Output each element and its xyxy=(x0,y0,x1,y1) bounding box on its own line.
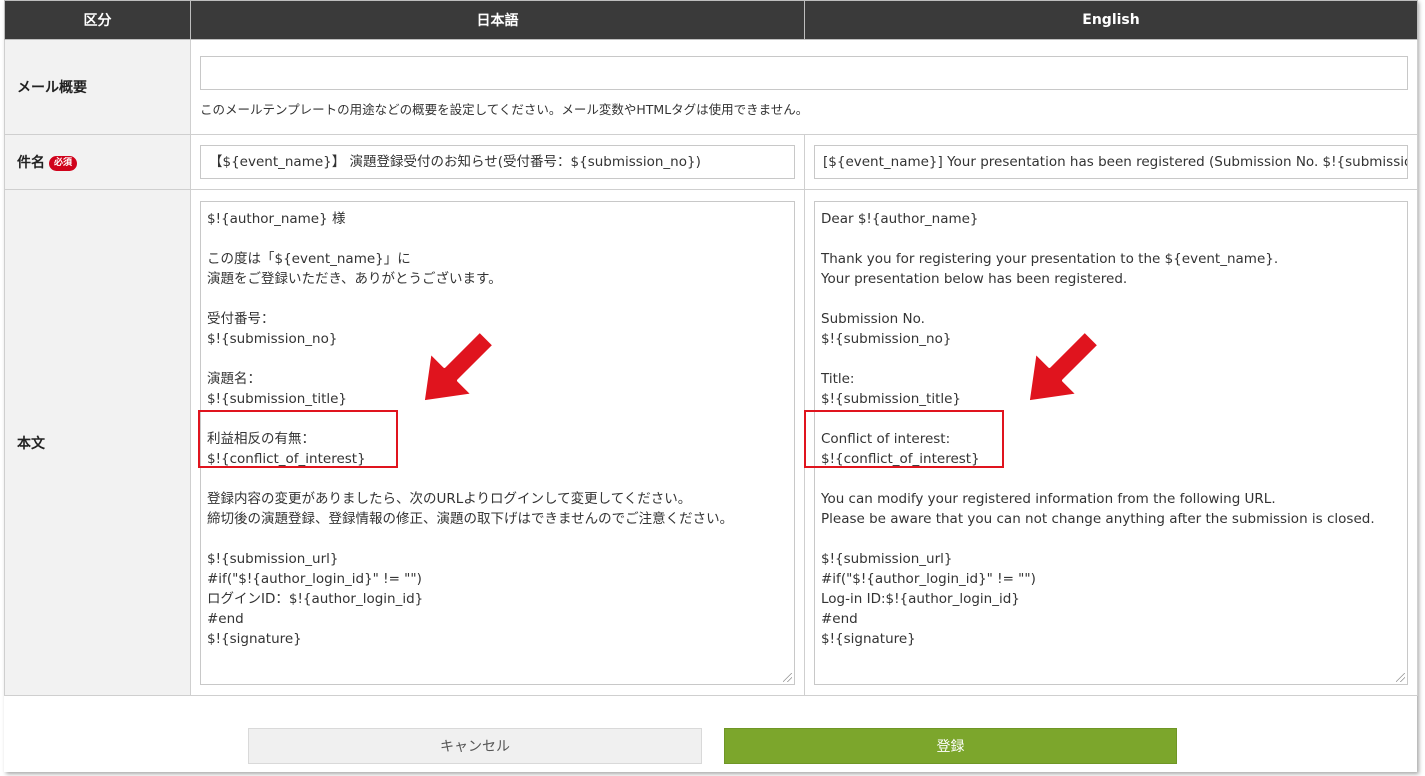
textarea-line: Submission No. xyxy=(821,310,925,327)
en-conflict-highlight-box xyxy=(804,410,1004,468)
header-english: English xyxy=(804,0,1418,40)
textarea-line xyxy=(207,529,788,549)
textarea-line xyxy=(821,229,1401,249)
resize-handle-icon[interactable] xyxy=(1396,672,1405,682)
textarea-line: $!{submission_no} xyxy=(821,330,952,347)
textarea-line: 締切後の演題登録、登録情報の修正、演題の取下げはできませんのでご注意ください。 xyxy=(207,510,734,527)
subject-ja-input[interactable]: 【${event_name}】 演題登録受付のお知らせ(受付番号：${submi… xyxy=(200,145,795,179)
textarea-line: $!{submission_url} xyxy=(207,550,339,567)
subject-label: 件名 xyxy=(17,155,45,171)
textarea-line: Please be aware that you can not change … xyxy=(821,510,1375,527)
textarea-line: $!{submission_url} xyxy=(821,550,953,567)
textarea-line xyxy=(207,289,788,309)
textarea-line: #if("$!{author_login_id}" != "") xyxy=(207,570,422,587)
required-badge: 必須 xyxy=(49,155,78,171)
subject-en-input[interactable]: [${event_name}] Your presentation has be… xyxy=(814,145,1408,179)
red-arrow-icon xyxy=(1026,329,1101,404)
summary-help-text: このメールテンプレートの用途などの概要を設定してください。メール変数やHTMLタ… xyxy=(200,102,809,117)
subject-label-cell: 件名 必須 xyxy=(4,134,191,190)
textarea-line xyxy=(821,349,1401,369)
textarea-line: ログインID：$!{author_login_id} xyxy=(207,590,424,607)
textarea-line: Thank you for registering your presentat… xyxy=(821,250,1279,267)
cancel-button[interactable]: キャンセル xyxy=(248,728,702,764)
textarea-line: Your presentation below has been registe… xyxy=(821,270,1128,287)
textarea-line: この度は「${event_name}」に xyxy=(207,250,411,267)
header-row: 区分 日本語 English xyxy=(4,0,1418,40)
mail-template-form: 区分 日本語 English メール概要 このメールテンプレートの用途などの概要… xyxy=(4,0,1418,696)
summary-label: メール概要 xyxy=(4,39,191,135)
header-category: 区分 xyxy=(4,0,191,40)
textarea-line: $!{signature} xyxy=(821,630,916,647)
textarea-line xyxy=(821,469,1401,489)
textarea-line xyxy=(207,469,788,489)
body-label: 本文 xyxy=(4,189,191,696)
subject-en-cell: [${event_name}] Your presentation has be… xyxy=(804,134,1418,190)
textarea-line: Title: xyxy=(821,370,855,387)
summary-input[interactable] xyxy=(200,56,1408,90)
textarea-line: #end xyxy=(821,610,858,627)
textarea-line: Dear $!{author_name} xyxy=(821,210,979,227)
textarea-line: Log-in ID:$!{author_login_id} xyxy=(821,590,1020,607)
textarea-line: $!{submission_title} xyxy=(821,390,962,407)
textarea-line: #end xyxy=(207,610,244,627)
textarea-line: 登録内容の変更がありましたら、次のURLよりログインして変更してください。 xyxy=(207,490,692,507)
textarea-line xyxy=(821,529,1401,549)
textarea-line xyxy=(207,229,788,249)
textarea-line: 演題をご登録いただき、ありがとうございます。 xyxy=(207,270,502,287)
textarea-line: #if("$!{author_login_id}" != "") xyxy=(821,570,1036,587)
ja-conflict-highlight-box xyxy=(198,410,398,468)
textarea-line xyxy=(821,289,1401,309)
summary-row: メール概要 このメールテンプレートの用途などの概要を設定してください。メール変数… xyxy=(4,39,1418,135)
header-japanese: 日本語 xyxy=(190,0,805,40)
textarea-line: $!{signature} xyxy=(207,630,302,647)
summary-cell: このメールテンプレートの用途などの概要を設定してください。メール変数やHTMLタ… xyxy=(190,39,1418,135)
textarea-line: $!{author_name} 様 xyxy=(207,210,346,227)
resize-handle-icon[interactable] xyxy=(783,672,792,682)
subject-ja-cell: 【${event_name}】 演題登録受付のお知らせ(受付番号：${submi… xyxy=(190,134,805,190)
submit-button[interactable]: 登録 xyxy=(724,728,1177,764)
red-arrow-icon xyxy=(421,329,496,404)
textarea-line: You can modify your registered informati… xyxy=(821,490,1276,507)
subject-row: 件名 必須 【${event_name}】 演題登録受付のお知らせ(受付番号：${… xyxy=(4,134,1418,190)
